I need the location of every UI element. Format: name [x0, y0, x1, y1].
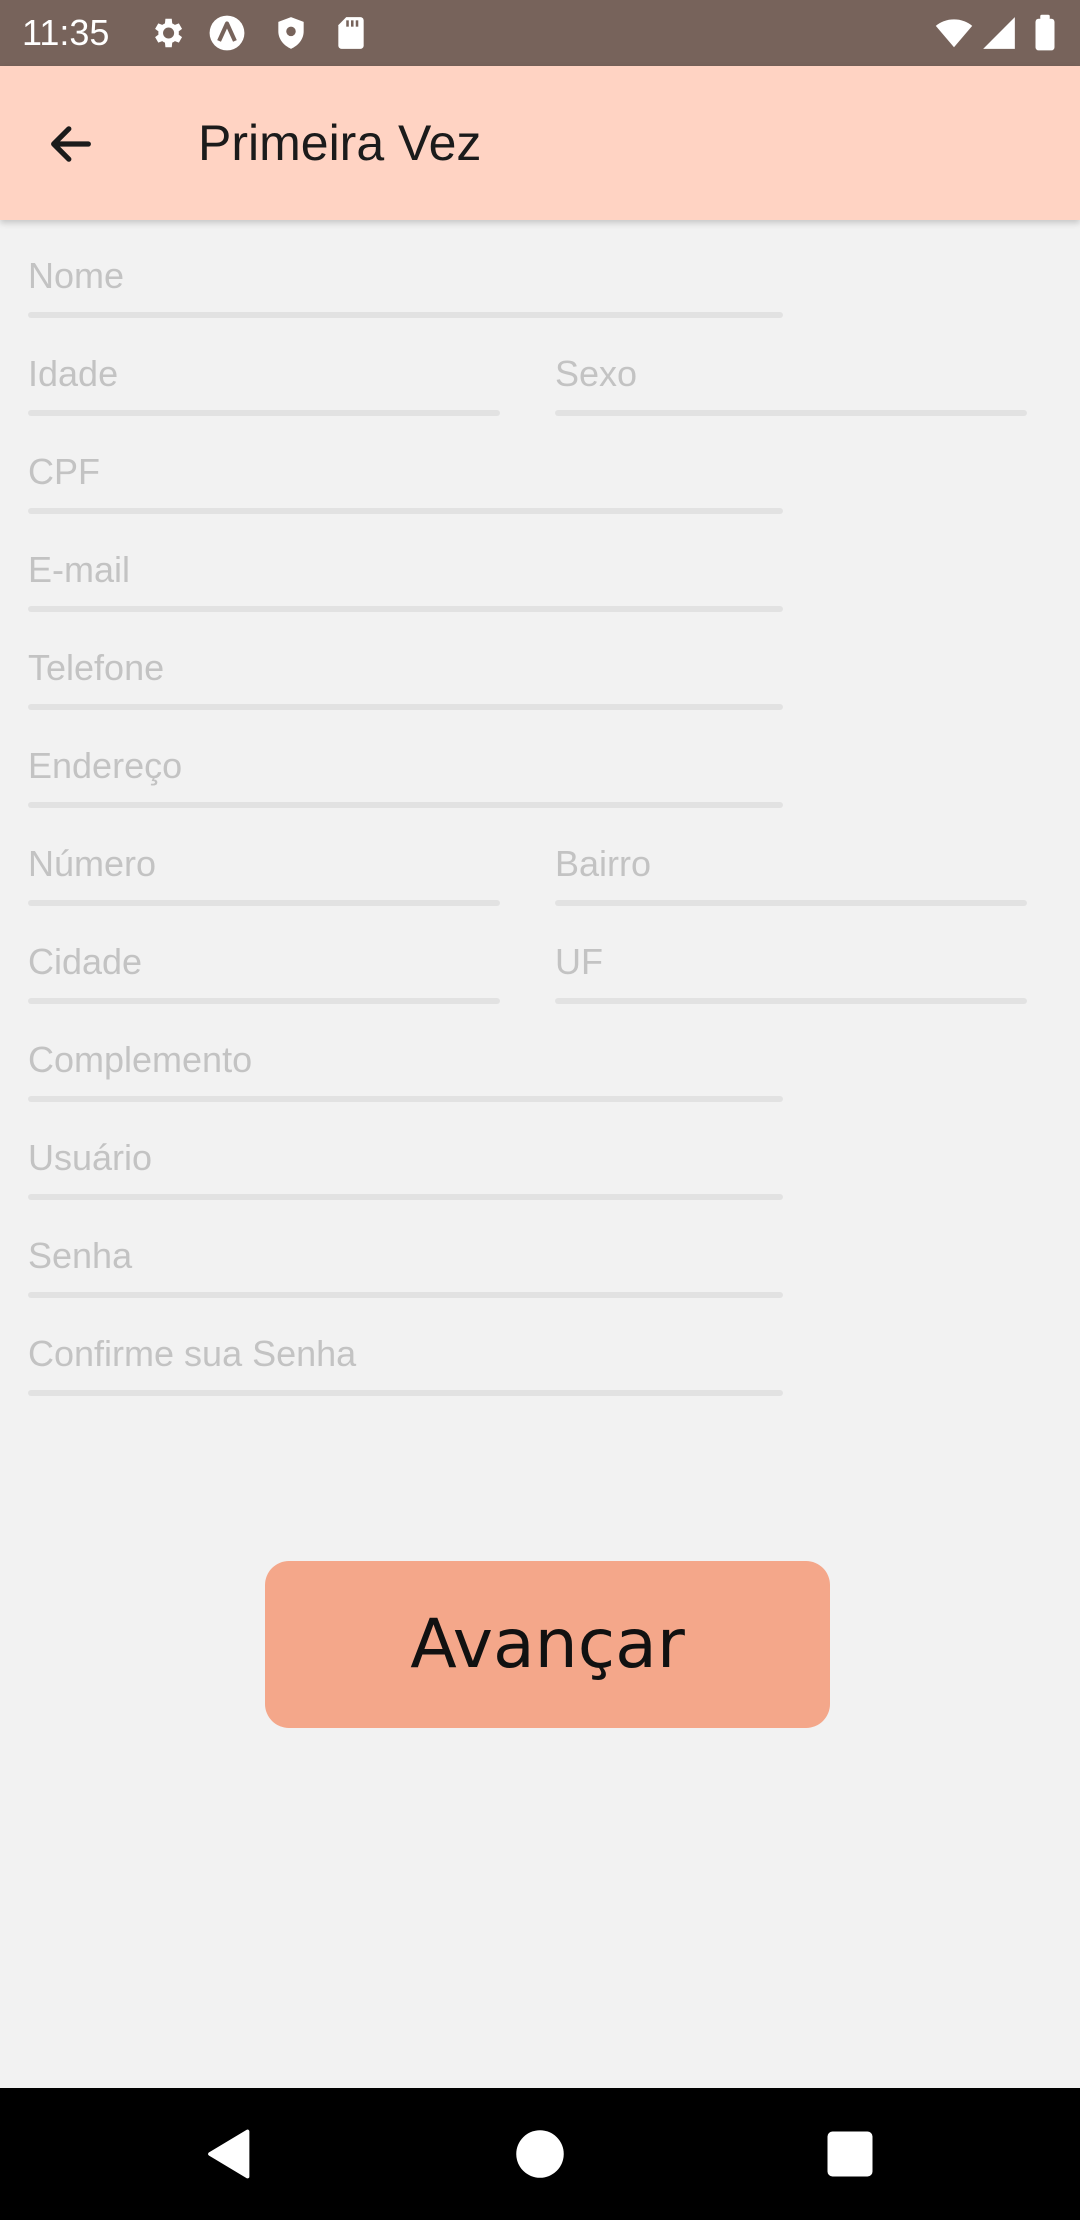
cpf-field[interactable]: CPF	[28, 444, 783, 514]
cidade-underline	[28, 998, 500, 1004]
usuario-placeholder: Usuário	[28, 1137, 153, 1178]
nome-underline	[28, 312, 783, 318]
back-button[interactable]	[30, 103, 112, 185]
idade-underline	[28, 410, 500, 416]
nome-field[interactable]: Nome	[28, 248, 783, 318]
complemento-field[interactable]: Complemento	[28, 1032, 783, 1102]
endereco-underline	[28, 802, 783, 808]
uf-placeholder: UF	[555, 941, 603, 982]
system-nav-bar	[0, 2088, 1080, 2220]
uf-underline	[555, 998, 1027, 1004]
arrow-back-icon	[51, 126, 91, 162]
senha-field[interactable]: Senha	[28, 1228, 783, 1298]
battery-icon	[1035, 14, 1055, 51]
sexo-placeholder: Sexo	[555, 353, 638, 394]
senha-underline	[28, 1292, 783, 1298]
back-triangle-icon[interactable]	[200, 2124, 260, 2184]
numero-placeholder: Número	[28, 843, 157, 884]
numero-underline	[28, 900, 500, 906]
nome-placeholder: Nome	[28, 255, 125, 296]
home-circle-icon[interactable]	[510, 2124, 570, 2184]
endereco-placeholder: Endereço	[28, 745, 183, 786]
telefone-placeholder: Telefone	[28, 647, 165, 688]
email-placeholder: E-mail	[28, 549, 131, 590]
advance-button-label: Avançar	[410, 1605, 685, 1684]
bairro-field[interactable]: Bairro	[555, 836, 1027, 906]
complemento-underline	[28, 1096, 783, 1102]
sd-card-icon	[338, 17, 364, 49]
bairro-underline	[555, 900, 1027, 906]
confirme-senha-field[interactable]: Confirme sua Senha	[28, 1326, 783, 1396]
idade-field[interactable]: Idade	[28, 346, 500, 416]
endereco-field[interactable]: Endereço	[28, 738, 783, 808]
sexo-underline	[555, 410, 1027, 416]
cidade-field[interactable]: Cidade	[28, 934, 500, 1004]
settings-icon	[155, 18, 183, 48]
confirme-senha-placeholder: Confirme sua Senha	[28, 1333, 357, 1374]
usuario-field[interactable]: Usuário	[28, 1130, 783, 1200]
telefone-underline	[28, 704, 783, 710]
uf-field[interactable]: UF	[555, 934, 1027, 1004]
status-time: 11:35	[22, 12, 110, 53]
senha-placeholder: Senha	[28, 1235, 133, 1276]
email-underline	[28, 606, 783, 612]
wifi-icon	[935, 19, 973, 48]
status-bar: 11:35	[0, 0, 1080, 66]
signal-icon	[983, 17, 1015, 49]
app-bar: Primeira Vez	[0, 66, 1080, 220]
numero-field[interactable]: Número	[28, 836, 500, 906]
app-a-icon	[209, 15, 245, 51]
usuario-underline	[28, 1194, 783, 1200]
idade-placeholder: Idade	[28, 353, 119, 394]
recents-square-icon[interactable]	[820, 2124, 880, 2184]
sexo-field[interactable]: Sexo	[555, 346, 1027, 416]
shield-icon	[278, 17, 304, 49]
confirme-senha-underline	[28, 1390, 783, 1396]
cpf-underline	[28, 508, 783, 514]
telefone-field[interactable]: Telefone	[28, 640, 783, 710]
cidade-placeholder: Cidade	[28, 941, 143, 982]
bairro-placeholder: Bairro	[555, 843, 652, 884]
complemento-placeholder: Complemento	[28, 1039, 253, 1080]
email-field[interactable]: E-mail	[28, 542, 783, 612]
advance-button[interactable]: Avançar	[265, 1561, 830, 1728]
page-title: Primeira Vez	[198, 115, 482, 171]
cpf-placeholder: CPF	[28, 451, 100, 492]
